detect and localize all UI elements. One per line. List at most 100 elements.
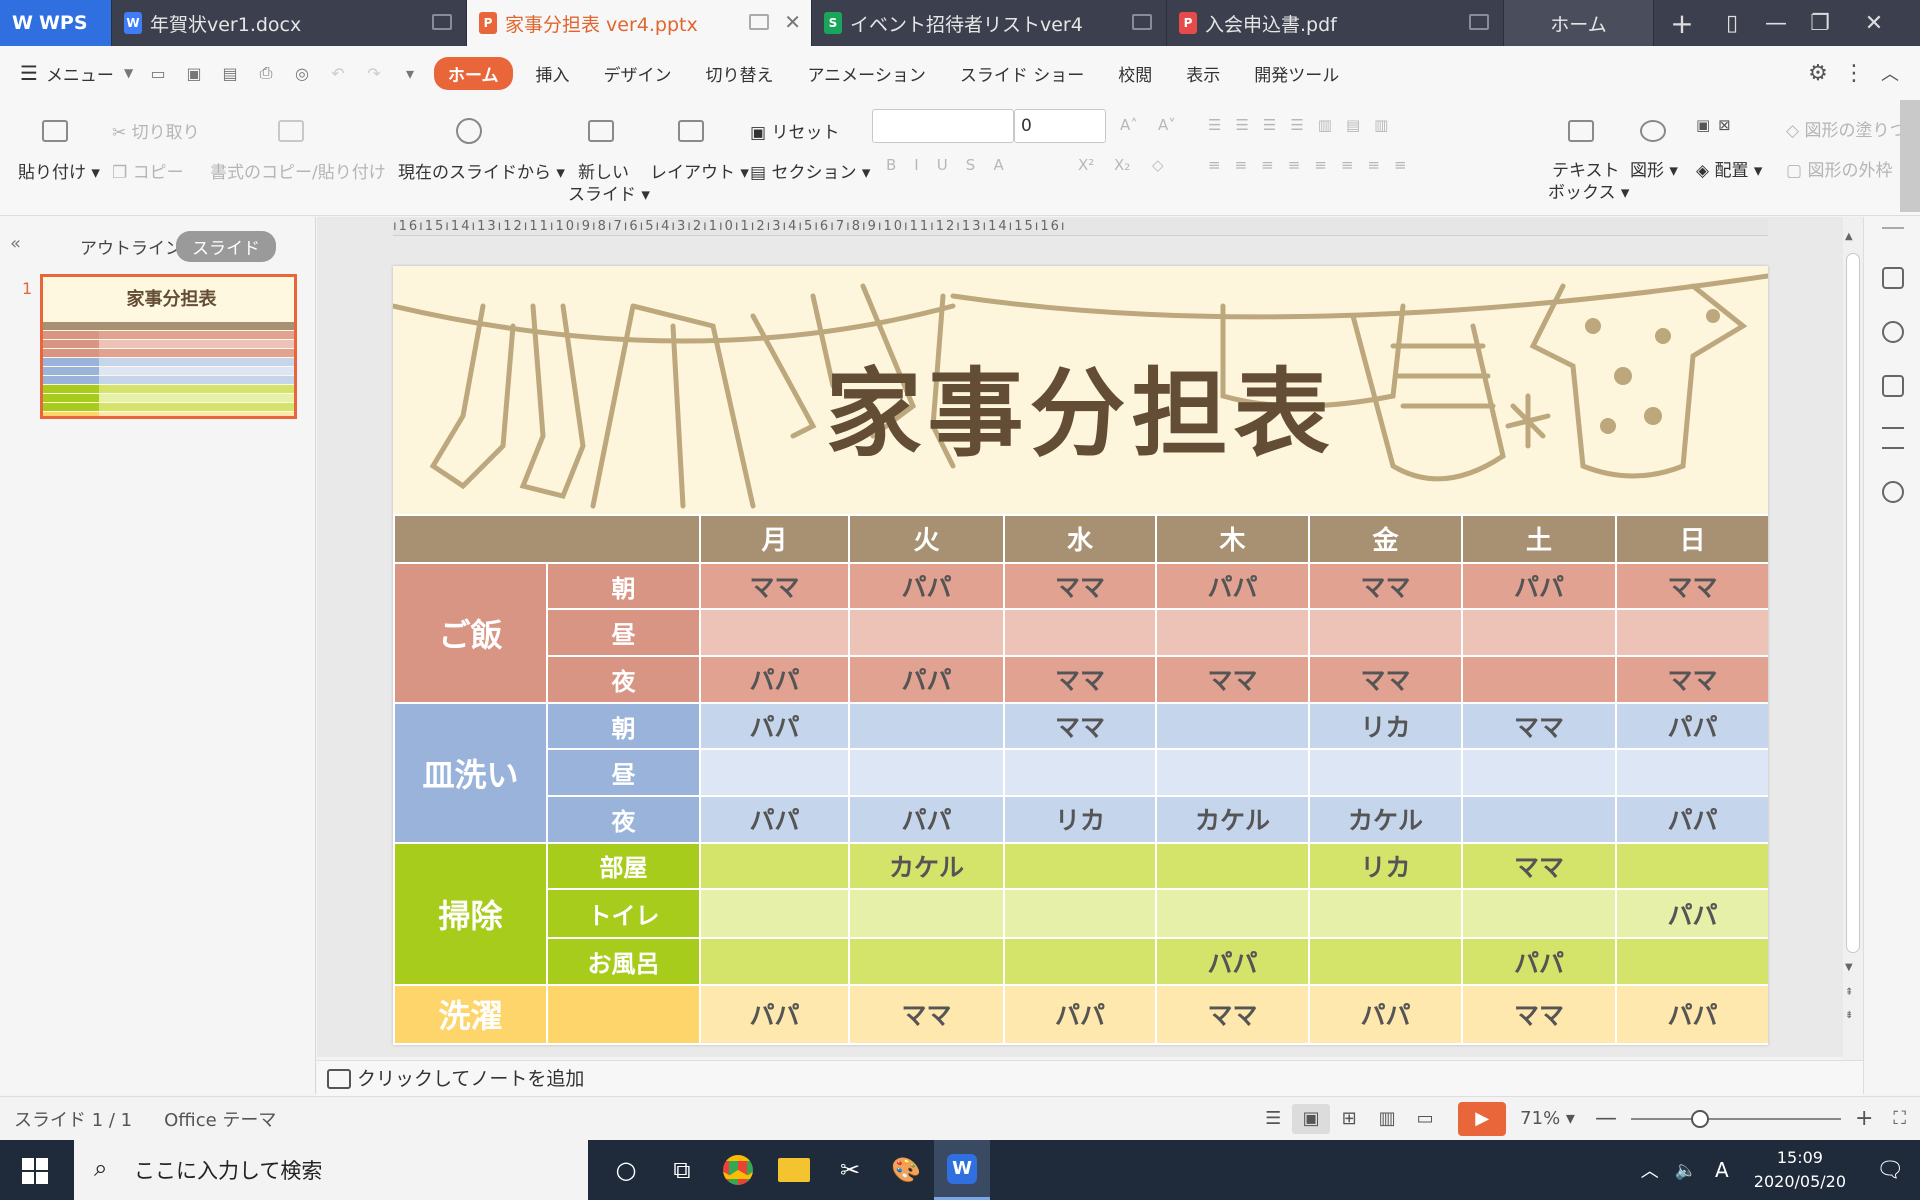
- slide-canvas[interactable]: 家事分担表 月火水木金土日ご飯朝ママ パパ ママ パパ ママ パパ ママ昼夜パパ パパ ママ ママ…: [393, 266, 1768, 1045]
- menu-review[interactable]: 校閲: [1101, 61, 1169, 86]
- tray-expand-icon[interactable]: ︿: [1632, 1140, 1668, 1200]
- layout-button[interactable]: レイアウト ▾: [650, 158, 749, 183]
- file-explorer-icon[interactable]: [766, 1140, 822, 1200]
- wps-taskbar-icon[interactable]: W: [934, 1140, 990, 1200]
- align-icons[interactable]: ≡≡≡≡≡≡≡≡: [1208, 156, 1421, 174]
- slide-switch-icon[interactable]: [1882, 267, 1904, 289]
- open-icon[interactable]: ▭: [140, 64, 176, 83]
- minimize-icon[interactable]: —: [1754, 0, 1798, 46]
- print-preview-icon[interactable]: ◎: [284, 64, 320, 83]
- animation-icon[interactable]: [1882, 321, 1904, 343]
- font-shrink-icon[interactable]: A˅: [1158, 116, 1176, 134]
- tab-pptx[interactable]: P 家事分担表 ver4.pptx ✕: [467, 0, 812, 46]
- cortana-icon[interactable]: ○: [598, 1140, 654, 1200]
- format-painter-button[interactable]: 書式のコピー/貼り付け: [210, 158, 386, 183]
- tab-pdf[interactable]: P 入会申込書.pdf: [1167, 0, 1504, 46]
- reading-view-icon[interactable]: ▥: [1368, 1108, 1406, 1129]
- notes-area[interactable]: クリックしてノートを追加: [317, 1060, 1863, 1096]
- menu-home[interactable]: ホーム: [434, 56, 513, 90]
- redo-icon[interactable]: ↷: [356, 64, 392, 83]
- main-menu-button[interactable]: ☰ メニュー ▼: [0, 61, 140, 86]
- more-options-icon[interactable]: ⋮: [1836, 61, 1872, 86]
- menu-developer[interactable]: 開発ツール: [1237, 61, 1356, 86]
- list-icons[interactable]: ☰☰☰☰▥▤▥: [1208, 116, 1402, 134]
- notes-toggle-icon[interactable]: ☰: [1254, 1108, 1292, 1129]
- from-current-slide-button[interactable]: 現在のスライドから ▾: [398, 158, 565, 183]
- shape-fill-button[interactable]: ◇ 図形の塗りつ: [1786, 116, 1907, 141]
- slide-thumbnail[interactable]: 家事分担表: [40, 274, 297, 419]
- customize-icon[interactable]: ▾: [392, 64, 428, 83]
- zoom-out-icon[interactable]: —: [1595, 1106, 1617, 1131]
- font-name-field[interactable]: [872, 109, 1014, 143]
- cut-button[interactable]: ✂ 切り取り: [112, 118, 200, 143]
- undo-icon[interactable]: ↶: [320, 64, 356, 83]
- presenter-view-icon[interactable]: ▭: [1406, 1108, 1444, 1129]
- scroll-down-icon[interactable]: ▼: [1845, 962, 1853, 973]
- save-icon[interactable]: ▣: [176, 64, 212, 83]
- clear-format-icon[interactable]: ◇: [1152, 156, 1164, 174]
- scroll-thumb[interactable]: [1846, 253, 1860, 953]
- snipping-tool-icon[interactable]: ✂: [822, 1140, 878, 1200]
- window-icon[interactable]: [1132, 14, 1152, 30]
- zoom-slider[interactable]: [1630, 1109, 1841, 1129]
- new-tab-icon[interactable]: +: [1654, 0, 1710, 46]
- textbox-button-line2[interactable]: ボックス ▾: [1548, 178, 1629, 203]
- tab-docx[interactable]: W 年賀状ver1.docx: [112, 0, 467, 46]
- zoom-slider-thumb[interactable]: [1690, 1109, 1709, 1128]
- menu-design[interactable]: デザイン: [587, 61, 689, 86]
- tab-slides[interactable]: スライド: [176, 231, 276, 262]
- shape-outline-button[interactable]: ▢ 図形の外枠: [1786, 156, 1892, 181]
- copy-button[interactable]: ❐ コピー: [112, 158, 184, 183]
- properties-icon[interactable]: [1882, 427, 1904, 449]
- zoom-level[interactable]: 71% ▾: [1520, 1108, 1575, 1129]
- close-tab-icon[interactable]: ✕: [784, 10, 801, 34]
- subscript-icon[interactable]: X₂: [1114, 156, 1130, 174]
- reset-button[interactable]: ▣ リセット: [750, 118, 839, 143]
- print-icon[interactable]: ⎙: [248, 63, 284, 83]
- tab-sheet[interactable]: S イベント招待者リストver4: [812, 0, 1167, 46]
- font-style-icons[interactable]: BIUSA: [886, 156, 1022, 174]
- arrange-button[interactable]: ◈ 配置 ▾: [1696, 156, 1762, 181]
- section-button[interactable]: ▤ セクション ▾: [750, 158, 870, 183]
- fit-window-icon[interactable]: ⛶: [1893, 1108, 1906, 1129]
- volume-icon[interactable]: 🔈: [1668, 1140, 1704, 1200]
- normal-view-icon[interactable]: ▣: [1292, 1103, 1331, 1134]
- font-grow-icon[interactable]: A˄: [1120, 116, 1138, 134]
- menu-view[interactable]: 表示: [1169, 61, 1237, 86]
- tab-wps-home[interactable]: W WPS: [0, 0, 112, 46]
- next-slide-icon[interactable]: ⇟: [1845, 1010, 1853, 1021]
- picture-panel-icon[interactable]: [1882, 375, 1904, 397]
- tab-list-icon[interactable]: ▯: [1710, 0, 1754, 46]
- zoom-in-icon[interactable]: +: [1855, 1106, 1873, 1131]
- play-slideshow-button[interactable]: ▶: [1458, 1101, 1507, 1136]
- scroll-up-icon[interactable]: ▲: [1845, 231, 1853, 242]
- ime-icon[interactable]: A: [1704, 1140, 1740, 1200]
- tab-outline[interactable]: アウトライン: [80, 234, 182, 259]
- windows-start-icon[interactable]: [22, 1158, 48, 1184]
- shape-button[interactable]: 図形 ▾: [1630, 156, 1678, 181]
- sorter-view-icon[interactable]: ⊞: [1330, 1108, 1368, 1129]
- menu-insert[interactable]: 挿入: [519, 61, 587, 86]
- chrome-icon[interactable]: [710, 1140, 766, 1200]
- task-view-icon[interactable]: ⧉: [654, 1140, 710, 1200]
- picture-icons[interactable]: ▣⊠: [1696, 116, 1739, 134]
- notification-icon[interactable]: 🗨: [1860, 1140, 1920, 1200]
- collapse-pane-icon[interactable]: «: [10, 233, 21, 254]
- export-pdf-icon[interactable]: ▤: [212, 64, 248, 83]
- settings-gear-icon[interactable]: ⚙: [1800, 61, 1836, 86]
- menu-animations[interactable]: アニメーション: [791, 61, 943, 86]
- drag-handle[interactable]: [1882, 227, 1904, 229]
- paint-icon[interactable]: 🎨: [878, 1140, 934, 1200]
- close-window-icon[interactable]: ✕: [1842, 0, 1906, 46]
- taskbar-search[interactable]: ⌕ ここに入力して検索: [74, 1140, 588, 1200]
- restore-icon[interactable]: ❐: [1798, 0, 1842, 46]
- new-slide-button-line2[interactable]: スライド ▾: [568, 180, 650, 205]
- menu-transitions[interactable]: 切り替え: [689, 61, 791, 86]
- collapse-ribbon-icon[interactable]: ︿: [1872, 60, 1908, 86]
- clock[interactable]: 15:09 2020/05/20: [1754, 1146, 1846, 1194]
- window-icon[interactable]: [749, 14, 769, 30]
- window-icon[interactable]: [432, 14, 452, 30]
- ribbon-scrollbar[interactable]: [1900, 100, 1920, 212]
- vertical-scrollbar[interactable]: ▲ ▼ ⇞ ⇟: [1843, 217, 1863, 1060]
- paste-button[interactable]: 貼り付け ▾: [18, 158, 100, 183]
